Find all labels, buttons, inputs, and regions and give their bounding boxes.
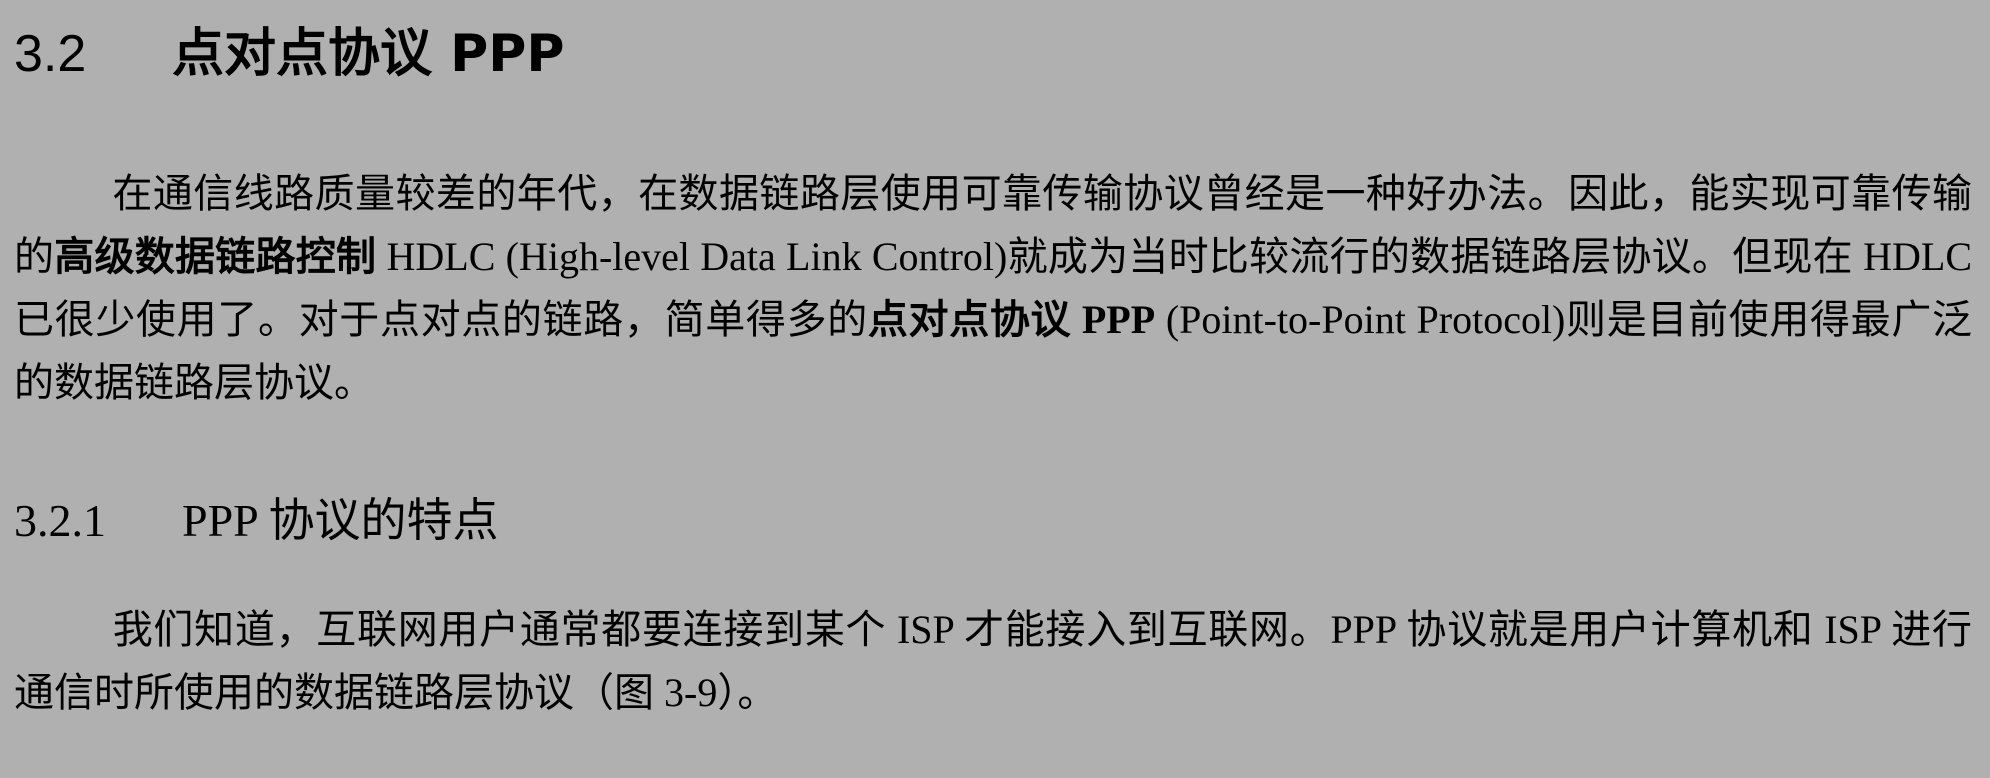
intro-bold-hdlc: 高级数据链路控制 (54, 234, 377, 279)
subsection-title-text: PPP 协议的特点 (182, 495, 499, 546)
ppp-features-text: 我们知道，互联网用户通常都要连接到某个 ISP 才能接入到互联网。PPP 协议就… (14, 607, 1972, 715)
section-heading: 3.2 点对点协议 PPP (14, 14, 564, 95)
intro-paragraph: 在通信线路质量较差的年代，在数据链路层使用可靠传输协议曾经是一种好办法。因此，能… (14, 162, 1972, 414)
document-page: 3.2 点对点协议 PPP 在通信线路质量较差的年代，在数据链路层使用可靠传输协议… (0, 0, 1990, 778)
subsection-heading: 3.2.1 PPP 协议的特点 (14, 486, 499, 556)
intro-bold-ppp: 点对点协议 PPP (867, 297, 1156, 342)
ppp-features-paragraph: 我们知道，互联网用户通常都要连接到某个 ISP 才能接入到互联网。PPP 协议就… (14, 598, 1972, 724)
section-number: 3.2 (14, 25, 87, 83)
subsection-number: 3.2.1 (14, 495, 106, 546)
section-title-text: 点对点协议 PPP (172, 24, 565, 84)
